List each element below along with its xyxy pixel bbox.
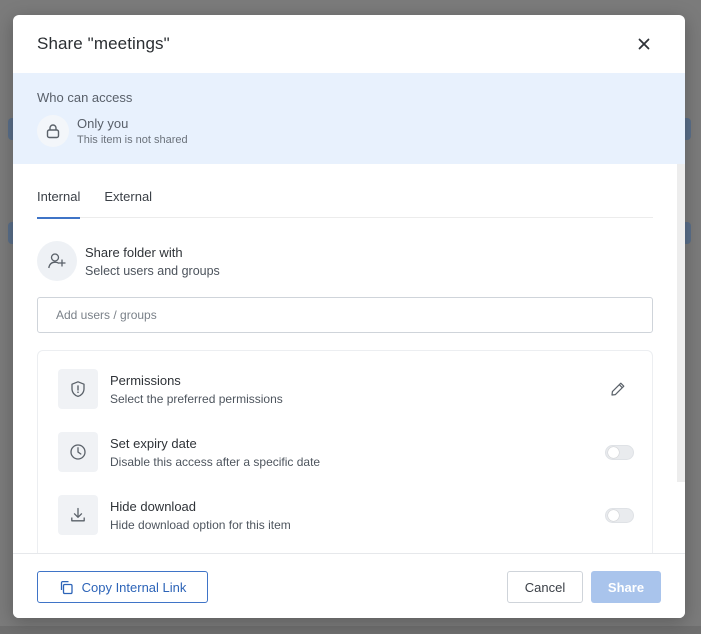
who-can-access-panel: Who can access Only you This item is not…: [13, 73, 685, 164]
option-hide-download: Hide download Hide download option for t…: [58, 495, 634, 535]
toggle-knob: [608, 446, 619, 458]
edit-permissions-button[interactable]: [606, 377, 630, 401]
share-dialog: Share "meetings" Who can access Only you…: [13, 15, 685, 618]
dialog-footer: Copy Internal Link Cancel Share: [13, 553, 685, 618]
option-permissions: Permissions Select the preferred permiss…: [58, 369, 634, 409]
copy-icon: [59, 580, 74, 595]
expiry-date-toggle[interactable]: [605, 444, 634, 460]
share-button[interactable]: Share: [591, 571, 661, 603]
share-folder-title: Share folder with: [85, 244, 183, 260]
tab-internal[interactable]: Internal: [37, 185, 81, 219]
download-icon: [58, 495, 98, 535]
hide-download-toggle[interactable]: [605, 507, 634, 523]
lock-icon: [37, 115, 69, 147]
cancel-button[interactable]: Cancel: [507, 571, 583, 603]
pencil-icon: [611, 382, 625, 396]
access-row: Only you This item is not shared: [37, 115, 661, 147]
add-users-input[interactable]: [37, 297, 653, 333]
share-folder-with: Share folder with Select users and group…: [37, 241, 220, 281]
clock-icon: [58, 432, 98, 472]
option-title: Permissions: [110, 372, 181, 388]
copy-link-label: Copy Internal Link: [81, 579, 187, 595]
option-subtitle: Hide download option for this item: [110, 517, 291, 532]
share-folder-subtitle: Select users and groups: [85, 263, 220, 278]
copy-internal-link-button[interactable]: Copy Internal Link: [37, 571, 208, 603]
option-subtitle: Disable this access after a specific dat…: [110, 454, 321, 469]
background-strip: [0, 626, 701, 634]
toggle-knob: [608, 509, 619, 521]
access-level: Only you: [77, 116, 129, 131]
dialog-header: Share "meetings": [13, 15, 685, 73]
option-subtitle: Select the preferred permissions: [110, 391, 283, 406]
dialog-title: Share "meetings": [37, 34, 170, 53]
option-title: Set expiry date: [110, 435, 197, 451]
dialog-content: Internal External Share folder with Sele…: [13, 164, 685, 553]
option-expiry-date: Set expiry date Disable this access afte…: [58, 432, 634, 472]
access-heading: Who can access: [37, 90, 133, 105]
tab-external[interactable]: External: [104, 185, 152, 218]
add-user-icon: [37, 241, 77, 281]
scrollbar[interactable]: [677, 164, 685, 482]
share-tabs: Internal External: [37, 185, 653, 219]
share-options-card: Permissions Select the preferred permiss…: [37, 350, 653, 553]
shield-icon: [58, 369, 98, 409]
option-title: Hide download: [110, 498, 197, 514]
close-button[interactable]: [633, 33, 655, 55]
access-description: This item is not shared: [77, 134, 188, 146]
close-icon: [638, 38, 650, 50]
